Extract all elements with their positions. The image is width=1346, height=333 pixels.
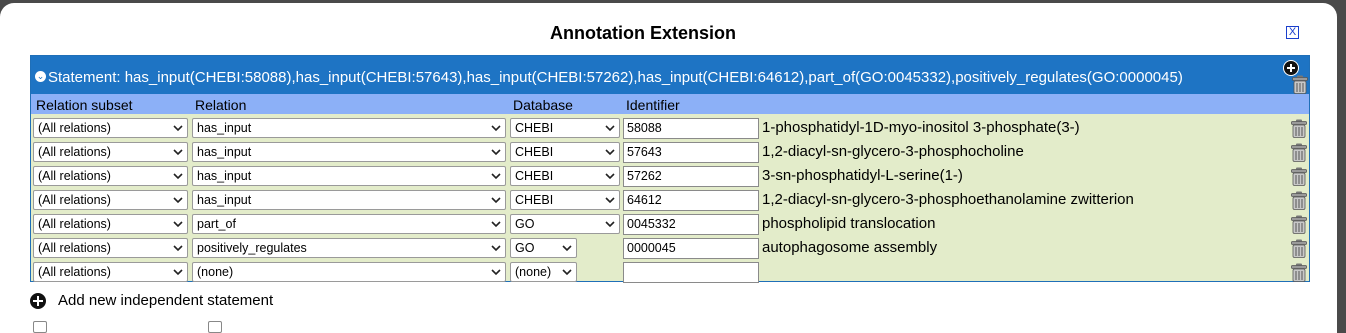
relation-subset-select[interactable]: (All relations) (33, 262, 188, 282)
trash-icon[interactable] (1291, 215, 1307, 234)
chevron-down-icon (173, 221, 183, 228)
trash-icon[interactable] (1291, 263, 1307, 282)
term-name: 1,2-diacyl-sn-glycero-3-phosphoethanolam… (762, 191, 1134, 208)
chevron-down-icon (491, 173, 501, 180)
chevron-down-icon (562, 245, 572, 252)
chevron-down-icon (491, 245, 501, 252)
term-name: 1,2-diacyl-sn-glycero-3-phosphocholine (762, 143, 1024, 160)
trash-icon[interactable] (1291, 143, 1307, 162)
identifier-input[interactable]: 57643 (623, 142, 759, 163)
chevron-down-icon (605, 149, 615, 156)
relation-select[interactable]: has_input (192, 118, 506, 138)
extension-row: (All relations) has_input CHEBI 64612 1,2-di… (31, 188, 1309, 212)
trash-icon[interactable] (1291, 119, 1307, 138)
relation-select[interactable]: has_input (192, 190, 506, 210)
col-database: Database (513, 97, 573, 113)
database-select[interactable]: CHEBI (510, 142, 620, 162)
chevron-down-icon (605, 173, 615, 180)
term-name: 1-phosphatidyl-1D-myo-inositol 3-phospha… (762, 119, 1080, 136)
dialog-title: Annotation Extension (550, 23, 736, 43)
partial-checkbox[interactable] (33, 321, 47, 333)
annotation-extension-dialog: Annotation Extension X ⌄ Statement: has_… (0, 3, 1337, 333)
relation-select[interactable]: has_input (192, 166, 506, 186)
statement-panel: ⌄ Statement: has_input(CHEBI:58088),has_… (30, 55, 1310, 284)
extension-row: (All relations) has_input CHEBI 57262 3-sn-p… (31, 164, 1309, 188)
relation-select[interactable]: positively_regulates (192, 238, 506, 258)
chevron-down-icon (173, 149, 183, 156)
chevron-down-icon (173, 197, 183, 204)
trash-icon[interactable] (1291, 239, 1307, 258)
collapse-icon[interactable]: ⌄ (35, 71, 46, 82)
chevron-down-icon (491, 149, 501, 156)
chevron-down-icon (605, 197, 615, 204)
identifier-input[interactable] (623, 262, 759, 283)
identifier-input[interactable]: 58088 (623, 118, 759, 139)
database-select[interactable]: GO (510, 238, 577, 258)
extension-row: (All relations) has_input CHEBI 57643 1,2-di… (31, 140, 1309, 164)
chevron-down-icon (173, 173, 183, 180)
trash-icon[interactable] (1291, 191, 1307, 210)
add-statement-label[interactable]: Add new independent statement (58, 292, 273, 309)
chevron-down-icon (562, 269, 572, 276)
identifier-input[interactable]: 0000045 (623, 238, 759, 259)
trash-icon[interactable] (1291, 167, 1307, 186)
chevron-down-icon (173, 125, 183, 132)
database-select[interactable]: CHEBI (510, 190, 620, 210)
term-name: phospholipid translocation (762, 215, 936, 232)
relation-select[interactable]: part_of (192, 214, 506, 234)
chevron-down-icon (491, 125, 501, 132)
database-select[interactable]: CHEBI (510, 118, 620, 138)
partial-checkbox[interactable] (208, 321, 222, 333)
relation-subset-select[interactable]: (All relations) (33, 190, 188, 210)
col-identifier: Identifier (626, 97, 680, 113)
chevron-down-icon (173, 269, 183, 276)
chevron-down-icon (605, 221, 615, 228)
relation-subset-select[interactable]: (All relations) (33, 238, 188, 258)
col-relation-subset: Relation subset (36, 97, 133, 113)
add-row-icon[interactable] (1283, 60, 1299, 76)
database-select[interactable]: CHEBI (510, 166, 620, 186)
delete-statement-icon[interactable] (1292, 75, 1308, 94)
term-name: 3-sn-phosphatidyl-L-serine(1-) (762, 167, 963, 184)
extension-row: (All relations) (none) (none) (31, 260, 1309, 284)
chevron-down-icon (491, 197, 501, 204)
extension-row: (All relations) part_of GO 0045332 phospholi… (31, 212, 1309, 236)
relation-subset-select[interactable]: (All relations) (33, 142, 188, 162)
identifier-input[interactable]: 64612 (623, 190, 759, 211)
database-select[interactable]: GO (510, 214, 620, 234)
relation-subset-select[interactable]: (All relations) (33, 118, 188, 138)
identifier-input[interactable]: 57262 (623, 166, 759, 187)
statement-header: ⌄ Statement: has_input(CHEBI:58088),has_… (31, 56, 1309, 94)
relation-subset-select[interactable]: (All relations) (33, 166, 188, 186)
relation-subset-select[interactable]: (All relations) (33, 214, 188, 234)
close-button[interactable]: X (1286, 26, 1299, 39)
chevron-down-icon (605, 125, 615, 132)
relation-select[interactable]: (none) (192, 262, 506, 282)
statement-text: Statement: has_input(CHEBI:58088),has_in… (48, 69, 1183, 86)
col-relation: Relation (195, 97, 247, 113)
chevron-down-icon (173, 245, 183, 252)
plus-circle-icon[interactable] (30, 293, 46, 309)
column-headers: Relation subset Relation Database Identi… (31, 94, 1309, 114)
term-name: autophagosome assembly (762, 239, 938, 256)
identifier-input[interactable]: 0045332 (623, 214, 759, 235)
extension-row: (All relations) has_input CHEBI 58088 1-phos… (31, 116, 1309, 140)
chevron-down-icon (491, 221, 501, 228)
relation-select[interactable]: has_input (192, 142, 506, 162)
chevron-down-icon (491, 269, 501, 276)
database-select[interactable]: (none) (510, 262, 577, 282)
extension-row: (All relations) positively_regulates GO 000… (31, 236, 1309, 260)
